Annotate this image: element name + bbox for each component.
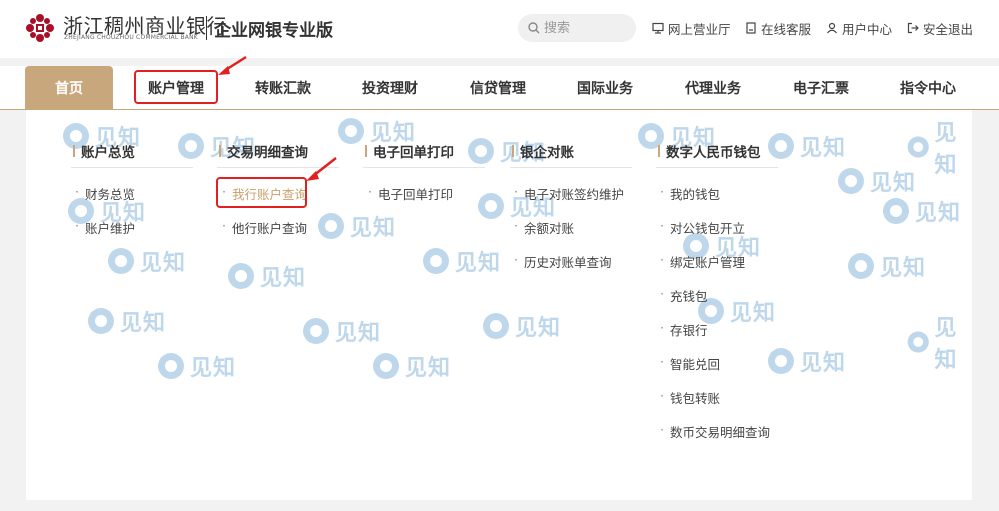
- search-box[interactable]: [518, 14, 636, 42]
- nav-account-management[interactable]: 账户管理: [132, 66, 220, 110]
- watermark-logo-icon: [468, 138, 494, 164]
- col-title-receipt-print: 电子回单打印: [365, 141, 454, 161]
- watermark-logo-icon: [907, 331, 929, 353]
- logout-link[interactable]: 安全退出: [907, 19, 973, 37]
- menu-item-own-bank-account-query[interactable]: 我行账户查询: [222, 184, 307, 203]
- nav-instruction-center[interactable]: 指令中心: [884, 66, 972, 110]
- watermark: 见知: [906, 115, 972, 179]
- online-branch-label: 网上营业厅: [668, 21, 731, 37]
- watermark: 见知: [106, 245, 186, 277]
- watermark: 见知: [86, 305, 166, 337]
- watermark: 见知: [696, 295, 776, 327]
- menu-item-open-corporate-wallet[interactable]: 对公钱包开立: [660, 218, 745, 237]
- account-dropdown-panel: 见知 见知 见知 见知 见知 见知 见知 见知 见知 见知 见知 见知 见知 见…: [26, 110, 972, 500]
- menu-item-bind-account-management[interactable]: 绑定账户管理: [660, 252, 745, 271]
- watermark-logo-icon: [303, 318, 329, 344]
- col-divider: [217, 167, 339, 168]
- menu-item-balance-reconciliation[interactable]: 余额对账: [514, 218, 574, 237]
- menu-item-history-statement-query[interactable]: 历史对账单查询: [514, 252, 612, 271]
- user-icon: [827, 22, 837, 34]
- nav-credit[interactable]: 信贷管理: [454, 66, 542, 110]
- footer-strip: [26, 500, 972, 511]
- col-divider: [510, 167, 632, 168]
- watermark-logo-icon: [178, 133, 204, 159]
- menu-item-receipt-print[interactable]: 电子回单打印: [368, 184, 453, 203]
- watermark-logo-icon: [158, 353, 184, 379]
- product-name: 企业网银专业版: [214, 21, 333, 41]
- watermark-logo-icon: [318, 213, 344, 239]
- col-title-account-overview: 账户总览: [73, 141, 135, 161]
- online-branch-link[interactable]: 网上营业厅: [652, 19, 731, 37]
- col-title-transaction-query: 交易明细查询: [219, 141, 308, 161]
- menu-item-account-maintenance[interactable]: 账户维护: [75, 218, 135, 237]
- menu-item-top-up-wallet[interactable]: 充钱包: [660, 286, 708, 305]
- watermark-logo-icon: [768, 133, 794, 159]
- nav-investment[interactable]: 投资理财: [346, 66, 434, 110]
- nav-agency[interactable]: 代理业务: [669, 66, 757, 110]
- bank-logo-icon: [26, 14, 54, 42]
- nav-home[interactable]: 首页: [25, 66, 113, 110]
- watermark-logo-icon: [88, 308, 114, 334]
- col-divider: [656, 167, 778, 168]
- menu-item-my-wallet[interactable]: 我的钱包: [660, 184, 720, 203]
- watermark-logo-icon: [373, 353, 399, 379]
- watermark: 见知: [906, 310, 972, 374]
- watermark: 见知: [766, 345, 846, 377]
- col-title-digital-rmb-wallet: 数字人民币钱包: [658, 141, 761, 161]
- bank-name-english: ZHEJIANG CHOUZHOU COMMERCIAL BANK: [64, 34, 198, 41]
- watermark: 见知: [226, 260, 306, 292]
- watermark: 见知: [846, 250, 926, 282]
- menu-item-other-bank-account-query[interactable]: 他行账户查询: [222, 218, 307, 237]
- nav-international[interactable]: 国际业务: [561, 66, 649, 110]
- col-divider: [363, 167, 485, 168]
- watermark-logo-icon: [838, 168, 864, 194]
- watermark: 见知: [301, 315, 381, 347]
- watermark-logo-icon: [848, 253, 874, 279]
- user-center-link[interactable]: 用户中心: [826, 19, 892, 37]
- watermark: 见知: [371, 350, 451, 382]
- watermark: 见知: [881, 195, 961, 227]
- watermark: 见知: [421, 245, 501, 277]
- col-divider: [71, 167, 193, 168]
- search-input[interactable]: [544, 18, 630, 38]
- watermark: 见知: [316, 210, 396, 242]
- watermark-logo-icon: [228, 263, 254, 289]
- search-icon: [528, 22, 540, 34]
- watermark-logo-icon: [108, 248, 134, 274]
- watermark-logo-icon: [907, 136, 929, 158]
- watermark-logo-icon: [883, 198, 909, 224]
- nav-transfer[interactable]: 转账汇款: [239, 66, 327, 110]
- top-header: 浙江稠州商业银行 ZHEJIANG CHOUZHOU COMMERCIAL BA…: [0, 0, 999, 58]
- watermark-logo-icon: [478, 193, 504, 219]
- watermark-logo-icon: [483, 313, 509, 339]
- watermark: 见知: [836, 165, 916, 197]
- menu-item-financial-overview[interactable]: 财务总览: [75, 184, 135, 203]
- header-divider: [206, 16, 207, 40]
- watermark-logo-icon: [423, 248, 449, 274]
- watermark: 见知: [481, 310, 561, 342]
- online-service-link[interactable]: 在线客服: [745, 19, 811, 37]
- logout-icon: [907, 22, 919, 34]
- logout-label: 安全退出: [923, 21, 974, 37]
- watermark-logo-icon: [768, 348, 794, 374]
- col-title-reconciliation: 银企对账: [512, 141, 574, 161]
- nav-e-bill[interactable]: 电子汇票: [777, 66, 865, 110]
- watermark-logo-icon: [338, 118, 364, 144]
- monitor-icon: [652, 22, 664, 34]
- menu-item-deposit-to-bank[interactable]: 存银行: [660, 320, 708, 339]
- book-icon: [746, 22, 756, 34]
- menu-item-wallet-transfer[interactable]: 钱包转账: [660, 388, 720, 407]
- watermark: 见知: [766, 130, 846, 162]
- online-service-label: 在线客服: [761, 21, 812, 37]
- user-center-label: 用户中心: [842, 21, 893, 37]
- main-nav: 首页 账户管理 转账汇款 投资理财 信贷管理 国际业务 代理业务 电子汇票 指令…: [0, 66, 999, 110]
- menu-item-e-reconciliation-signing[interactable]: 电子对账签约维护: [514, 184, 624, 203]
- menu-item-digital-currency-transaction-query[interactable]: 数币交易明细查询: [660, 422, 770, 441]
- menu-item-smart-redeem[interactable]: 智能兑回: [660, 354, 720, 373]
- watermark: 见知: [156, 350, 236, 382]
